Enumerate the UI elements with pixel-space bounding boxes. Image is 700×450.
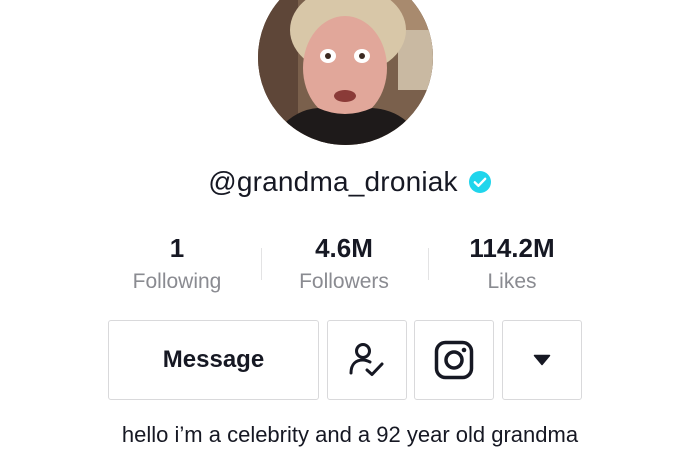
stat-likes[interactable]: 114.2M Likes xyxy=(427,232,597,296)
stat-value: 4.6M xyxy=(315,233,373,263)
message-button[interactable]: Message xyxy=(108,320,319,400)
caret-down-icon xyxy=(533,354,551,366)
username: @grandma_droniak xyxy=(208,166,458,197)
stat-label: Following xyxy=(132,270,222,293)
stat-followers[interactable]: 4.6M Followers xyxy=(259,232,429,296)
instagram-icon xyxy=(434,340,474,380)
friend-button[interactable] xyxy=(327,320,407,400)
verified-badge-icon xyxy=(468,170,492,194)
more-options-button[interactable] xyxy=(502,320,582,400)
avatar[interactable] xyxy=(258,0,433,145)
message-button-label: Message xyxy=(162,346,265,373)
stat-following[interactable]: 1 Following xyxy=(92,232,262,296)
avatar-photo xyxy=(258,0,433,145)
instagram-button[interactable] xyxy=(414,320,494,400)
profile-bio: hello i’m a celebrity and a 92 year old … xyxy=(121,422,579,447)
stat-label: Followers xyxy=(299,270,389,293)
profile-page: @grandma_droniak 1 Following 4.6M Follow… xyxy=(0,0,700,450)
profile-stats: 1 Following 4.6M Followers 114.2M Likes xyxy=(0,232,700,302)
stat-value: 1 xyxy=(169,233,185,263)
username-row: @grandma_droniak xyxy=(0,166,700,198)
stat-value: 114.2M xyxy=(469,233,555,263)
user-check-icon xyxy=(349,343,384,376)
stat-label: Likes xyxy=(487,270,537,293)
